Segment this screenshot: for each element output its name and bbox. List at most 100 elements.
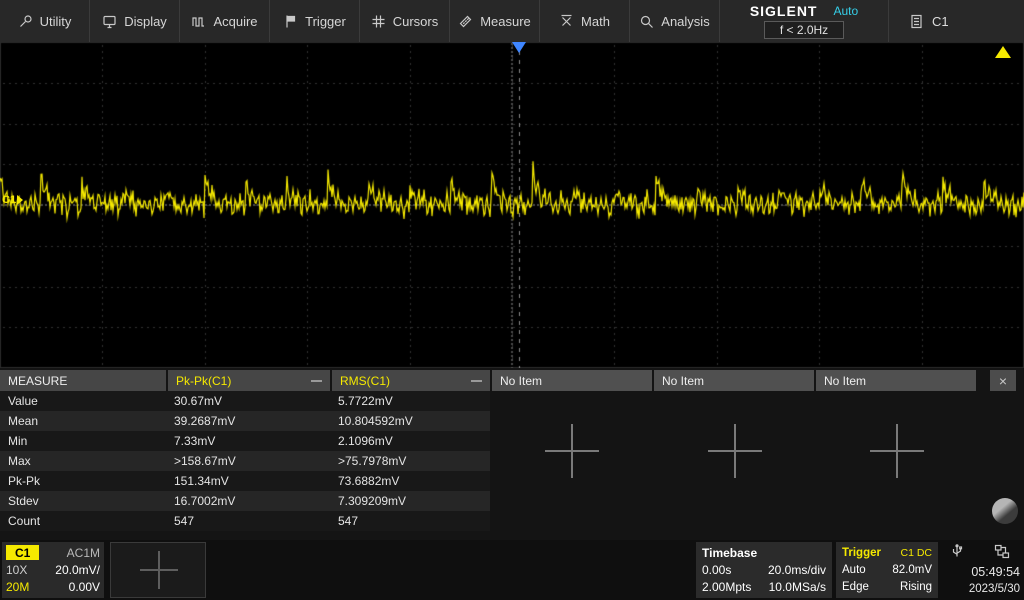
trigger-mode: Auto: [842, 564, 866, 576]
channel-offset-marker[interactable]: C1: [2, 194, 23, 206]
stat-value: 547: [166, 511, 330, 531]
stat-label: Count: [0, 511, 166, 531]
channel1-bandwidth: 20M: [6, 580, 29, 594]
collapse-icon[interactable]: [471, 380, 482, 382]
menu-item-measure[interactable]: Measure: [450, 0, 540, 42]
trigger-title: Trigger: [842, 547, 881, 559]
usb-icon: [950, 544, 964, 564]
stat-value: 7.33mV: [166, 431, 330, 451]
table-row: Mean 39.2687mV 10.804592mV: [0, 411, 490, 431]
scroll-knob-icon[interactable]: [992, 498, 1018, 524]
table-row: Stdev 16.7002mV 7.309209mV: [0, 491, 490, 511]
stat-value: 2.1096mV: [330, 431, 490, 451]
menu-item-label: Acquire: [213, 14, 257, 29]
stat-value: 39.2687mV: [166, 411, 330, 431]
stat-value: 7.309209mV: [330, 491, 490, 511]
timebase-memory: 2.00Mpts: [702, 580, 751, 594]
trigger-level: 82.0mV: [892, 564, 932, 576]
date-label: 2023/5/30: [944, 581, 1020, 598]
menu-item-utility[interactable]: Utility: [0, 0, 90, 42]
channel1-vdiv: 20.0mV/: [55, 563, 100, 577]
stat-label: Mean: [0, 411, 166, 431]
timebase-title: Timebase: [702, 546, 757, 560]
brand-block: SIGLENT Auto f < 2.0Hz: [720, 0, 889, 42]
trigger-level-marker[interactable]: [995, 46, 1011, 58]
channel-offset-label: C1: [2, 194, 16, 206]
stat-label: Max: [0, 451, 166, 471]
analysis-magnifier-icon: [639, 14, 654, 29]
utility-icon: [18, 14, 33, 29]
channel1-badge[interactable]: C1: [6, 545, 39, 560]
timebase-sample-rate: 10.0MSa/s: [769, 580, 826, 594]
menu-item-label: Trigger: [305, 14, 346, 29]
timebase-tdiv: 20.0ms/div: [768, 563, 826, 577]
menu-item-label: Measure: [480, 14, 531, 29]
stat-label: Stdev: [0, 491, 166, 511]
table-row: Max >158.67mV >75.7978mV: [0, 451, 490, 471]
table-row: Min 7.33mV 2.1096mV: [0, 431, 490, 451]
stat-value: 73.6882mV: [330, 471, 490, 491]
stat-value: 30.67mV: [166, 391, 330, 411]
oscilloscope-screen: Utility Display Acquire Trigger Cursors …: [0, 0, 1024, 600]
add-measurement-icon[interactable]: [545, 424, 599, 478]
add-measurement-icon[interactable]: [870, 424, 924, 478]
measure-ruler-icon: [458, 14, 473, 29]
status-bar: C1 AC1M 10X 20.0mV/ 20M 0.00V Timebase 0…: [0, 540, 1024, 600]
channel1-offset: 0.00V: [69, 580, 100, 594]
menu-item-label: Utility: [40, 14, 72, 29]
stat-value: 151.34mV: [166, 471, 330, 491]
time-label: 05:49:54: [944, 564, 1020, 581]
measurement-panel: MEASURE Pk-Pk(C1) RMS(C1) No Item No Ite…: [0, 368, 1024, 540]
cursors-icon: [371, 14, 386, 29]
frequency-counter: f < 2.0Hz: [764, 21, 844, 39]
status-icons: [950, 544, 1010, 564]
menu-item-label: Cursors: [393, 14, 439, 29]
waveform-display[interactable]: C1: [0, 42, 1024, 368]
channel1-coupling: AC1M: [67, 546, 100, 560]
timebase-delay: 0.00s: [702, 563, 731, 577]
waveform-canvas: [0, 42, 1024, 368]
timebase-panel[interactable]: Timebase 0.00s 20.0ms/div 2.00Mpts 10.0M…: [696, 542, 832, 598]
table-row: Count 547 547: [0, 511, 490, 531]
math-icon: [559, 14, 574, 29]
menu-item-label: Math: [581, 14, 610, 29]
display-icon: [102, 14, 117, 29]
add-measurement-icon[interactable]: [708, 424, 762, 478]
menu-item-acquire[interactable]: Acquire: [180, 0, 270, 42]
menu-item-math[interactable]: Math: [540, 0, 630, 42]
clock-block: 05:49:54 2023/5/30: [944, 564, 1020, 598]
offset-arrow-icon: [17, 195, 23, 205]
menu-item-trigger[interactable]: Trigger: [270, 0, 360, 42]
measure-col-noitem-3[interactable]: No Item: [816, 370, 976, 391]
measure-col-noitem-1[interactable]: No Item: [492, 370, 652, 391]
menu-item-cursors[interactable]: Cursors: [360, 0, 450, 42]
stat-value: 16.7002mV: [166, 491, 330, 511]
stat-value: >75.7978mV: [330, 451, 490, 471]
menu-item-analysis[interactable]: Analysis: [630, 0, 720, 42]
measure-col-pkpk[interactable]: Pk-Pk(C1): [168, 370, 330, 391]
stat-value: 10.804592mV: [330, 411, 490, 431]
close-measure-icon[interactable]: ×: [990, 370, 1016, 391]
measure-col-rms[interactable]: RMS(C1): [332, 370, 490, 391]
active-channel-block[interactable]: C1: [889, 0, 949, 42]
measure-col-noitem-2[interactable]: No Item: [654, 370, 814, 391]
trigger-position-marker[interactable]: [512, 42, 526, 53]
trigger-status-indicator: Auto: [833, 4, 858, 18]
lan-icon: [994, 544, 1010, 564]
menu-item-display[interactable]: Display: [90, 0, 180, 42]
table-row: Value 30.67mV 5.7722mV: [0, 391, 490, 411]
collapse-icon[interactable]: [311, 380, 322, 382]
trigger-flag-icon: [283, 14, 298, 29]
channel1-panel[interactable]: C1 AC1M 10X 20.0mV/ 20M 0.00V: [2, 542, 104, 598]
siglent-logo: SIGLENT: [750, 3, 818, 19]
stat-label: Value: [0, 391, 166, 411]
trigger-type: Edge: [842, 581, 869, 593]
stat-label: Min: [0, 431, 166, 451]
channel-list-icon: [909, 14, 924, 29]
trigger-source: C1 DC: [900, 547, 932, 559]
add-channel-button[interactable]: [110, 542, 206, 598]
trigger-panel[interactable]: Trigger C1 DC Auto 82.0mV Edge Rising: [836, 542, 938, 598]
acquire-icon: [191, 14, 206, 29]
menu-item-label: Display: [124, 14, 167, 29]
table-row: Pk-Pk 151.34mV 73.6882mV: [0, 471, 490, 491]
